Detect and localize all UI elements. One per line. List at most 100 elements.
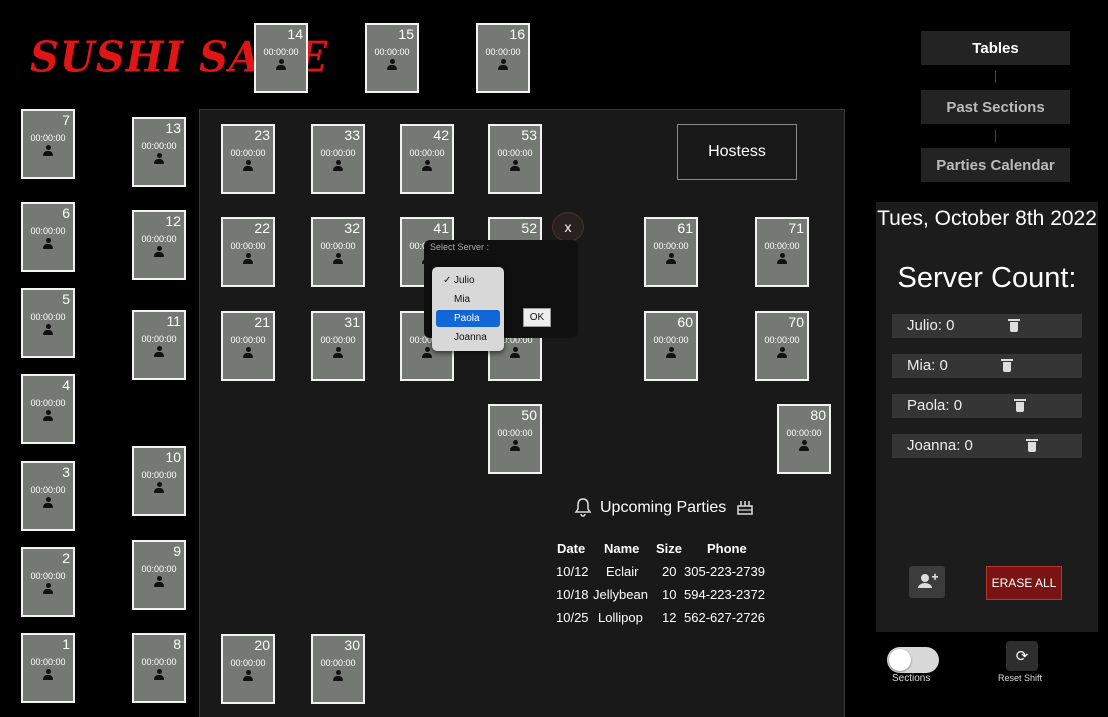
table-60[interactable]: 60 00:00:00 bbox=[644, 311, 698, 381]
server-count-label: Paola: 0 bbox=[907, 397, 963, 414]
table-timer: 00:00:00 bbox=[764, 335, 800, 345]
person-icon bbox=[43, 145, 53, 157]
table-timer: 00:00:00 bbox=[409, 148, 445, 158]
person-icon bbox=[422, 347, 432, 359]
table-6[interactable]: 6 00:00:00 bbox=[21, 202, 75, 272]
table-4[interactable]: 4 00:00:00 bbox=[21, 374, 75, 444]
table-10[interactable]: 10 00:00:00 bbox=[132, 446, 186, 516]
erase-all-button[interactable]: ERASE ALL bbox=[986, 566, 1062, 600]
table-20[interactable]: 20 00:00:00 bbox=[221, 634, 275, 704]
reset-shift-label: Reset Shift bbox=[998, 673, 1043, 683]
server-option-paola[interactable]: Paola bbox=[436, 310, 500, 327]
table-number: 21 bbox=[254, 314, 270, 330]
table-53[interactable]: 53 00:00:00 bbox=[488, 124, 542, 194]
table-61[interactable]: 61 00:00:00 bbox=[644, 217, 698, 287]
server-count-panel: Tues, October 8th 2022 Server Count: Jul… bbox=[876, 202, 1098, 632]
sections-toggle[interactable] bbox=[887, 647, 939, 673]
table-timer: 00:00:00 bbox=[141, 657, 177, 667]
table-number: 16 bbox=[509, 26, 525, 42]
table-71[interactable]: 71 00:00:00 bbox=[755, 217, 809, 287]
table-number: 70 bbox=[788, 314, 804, 330]
reset-shift-button[interactable]: ⟳ bbox=[1006, 641, 1038, 671]
table-timer: 00:00:00 bbox=[653, 335, 689, 345]
table-33[interactable]: 33 00:00:00 bbox=[311, 124, 365, 194]
table-timer: 00:00:00 bbox=[497, 428, 533, 438]
refresh-icon: ⟳ bbox=[1015, 648, 1029, 665]
table-number: 6 bbox=[62, 205, 70, 221]
tables-nav-button[interactable]: Tables bbox=[921, 31, 1070, 65]
table-2[interactable]: 2 00:00:00 bbox=[21, 547, 75, 617]
table-timer: 00:00:00 bbox=[320, 241, 356, 251]
server-option-joanna[interactable]: Joanna bbox=[436, 329, 500, 346]
person-icon bbox=[510, 440, 520, 452]
table-9[interactable]: 9 00:00:00 bbox=[132, 540, 186, 610]
table-7[interactable]: 7 00:00:00 bbox=[21, 109, 75, 179]
table-5[interactable]: 5 00:00:00 bbox=[21, 288, 75, 358]
current-date: Tues, October 8th 2022 bbox=[877, 207, 1097, 230]
table-1[interactable]: 1 00:00:00 bbox=[21, 633, 75, 703]
table-number: 10 bbox=[165, 449, 181, 465]
table-number: 8 bbox=[173, 636, 181, 652]
trash-icon[interactable] bbox=[1014, 399, 1026, 412]
person-icon bbox=[333, 160, 343, 172]
table-number: 61 bbox=[677, 220, 693, 236]
close-popup-button[interactable]: x bbox=[552, 212, 584, 242]
ok-button[interactable]: OK bbox=[523, 308, 551, 327]
select-server-popup: Select Server : ✓ Julio Mia Paola Joanna … bbox=[424, 240, 578, 351]
table-3[interactable]: 3 00:00:00 bbox=[21, 461, 75, 531]
trash-icon[interactable] bbox=[1001, 359, 1013, 372]
table-70[interactable]: 70 00:00:00 bbox=[755, 311, 809, 381]
party-name: Lollipop bbox=[598, 610, 643, 625]
table-42[interactable]: 42 00:00:00 bbox=[400, 124, 454, 194]
parties-calendar-nav-button[interactable]: Parties Calendar bbox=[921, 148, 1070, 182]
person-icon bbox=[387, 59, 397, 71]
table-number: 41 bbox=[433, 220, 449, 236]
table-50[interactable]: 50 00:00:00 bbox=[488, 404, 542, 474]
table-number: 14 bbox=[287, 26, 303, 42]
server-count-label: Julio: 0 bbox=[907, 317, 955, 334]
table-timer: 00:00:00 bbox=[230, 148, 266, 158]
table-timer: 00:00:00 bbox=[141, 141, 177, 151]
person-icon bbox=[154, 669, 164, 681]
table-number: 31 bbox=[344, 314, 360, 330]
table-number: 20 bbox=[254, 637, 270, 653]
close-icon: x bbox=[564, 219, 572, 235]
table-32[interactable]: 32 00:00:00 bbox=[311, 217, 365, 287]
table-timer: 00:00:00 bbox=[141, 564, 177, 574]
server-option-mia[interactable]: Mia bbox=[436, 291, 500, 308]
nav-divider bbox=[995, 71, 996, 83]
table-14[interactable]: 14 00:00:00 bbox=[254, 23, 308, 93]
person-icon bbox=[333, 670, 343, 682]
table-30[interactable]: 30 00:00:00 bbox=[311, 634, 365, 704]
table-number: 1 bbox=[62, 636, 70, 652]
past-sections-nav-button[interactable]: Past Sections bbox=[921, 90, 1070, 124]
party-size: 12 bbox=[662, 610, 677, 625]
table-31[interactable]: 31 00:00:00 bbox=[311, 311, 365, 381]
nav-divider bbox=[995, 130, 996, 142]
table-timer: 00:00:00 bbox=[374, 47, 410, 57]
table-80[interactable]: 80 00:00:00 bbox=[777, 404, 831, 474]
server-dropdown[interactable]: ✓ Julio Mia Paola Joanna bbox=[432, 267, 504, 351]
table-timer: 00:00:00 bbox=[497, 148, 533, 158]
table-timer: 00:00:00 bbox=[320, 148, 356, 158]
table-timer: 00:00:00 bbox=[141, 234, 177, 244]
add-server-button[interactable] bbox=[909, 566, 945, 598]
table-21[interactable]: 21 00:00:00 bbox=[221, 311, 275, 381]
table-13[interactable]: 13 00:00:00 bbox=[132, 117, 186, 187]
table-23[interactable]: 23 00:00:00 bbox=[221, 124, 275, 194]
table-8[interactable]: 8 00:00:00 bbox=[132, 633, 186, 703]
table-16[interactable]: 16 00:00:00 bbox=[476, 23, 530, 93]
table-15[interactable]: 15 00:00:00 bbox=[365, 23, 419, 93]
table-12[interactable]: 12 00:00:00 bbox=[132, 210, 186, 280]
server-row-joanna: Joanna: 0 bbox=[892, 434, 1082, 458]
table-22[interactable]: 22 00:00:00 bbox=[221, 217, 275, 287]
person-icon bbox=[510, 160, 520, 172]
table-timer: 00:00:00 bbox=[653, 241, 689, 251]
party-phone: 562-627-2726 bbox=[684, 610, 765, 625]
trash-icon[interactable] bbox=[1026, 439, 1038, 452]
table-11[interactable]: 11 00:00:00 bbox=[132, 310, 186, 380]
trash-icon[interactable] bbox=[1008, 319, 1020, 332]
person-icon bbox=[243, 347, 253, 359]
table-timer: 00:00:00 bbox=[263, 47, 299, 57]
server-option-julio[interactable]: ✓ Julio bbox=[436, 272, 500, 289]
